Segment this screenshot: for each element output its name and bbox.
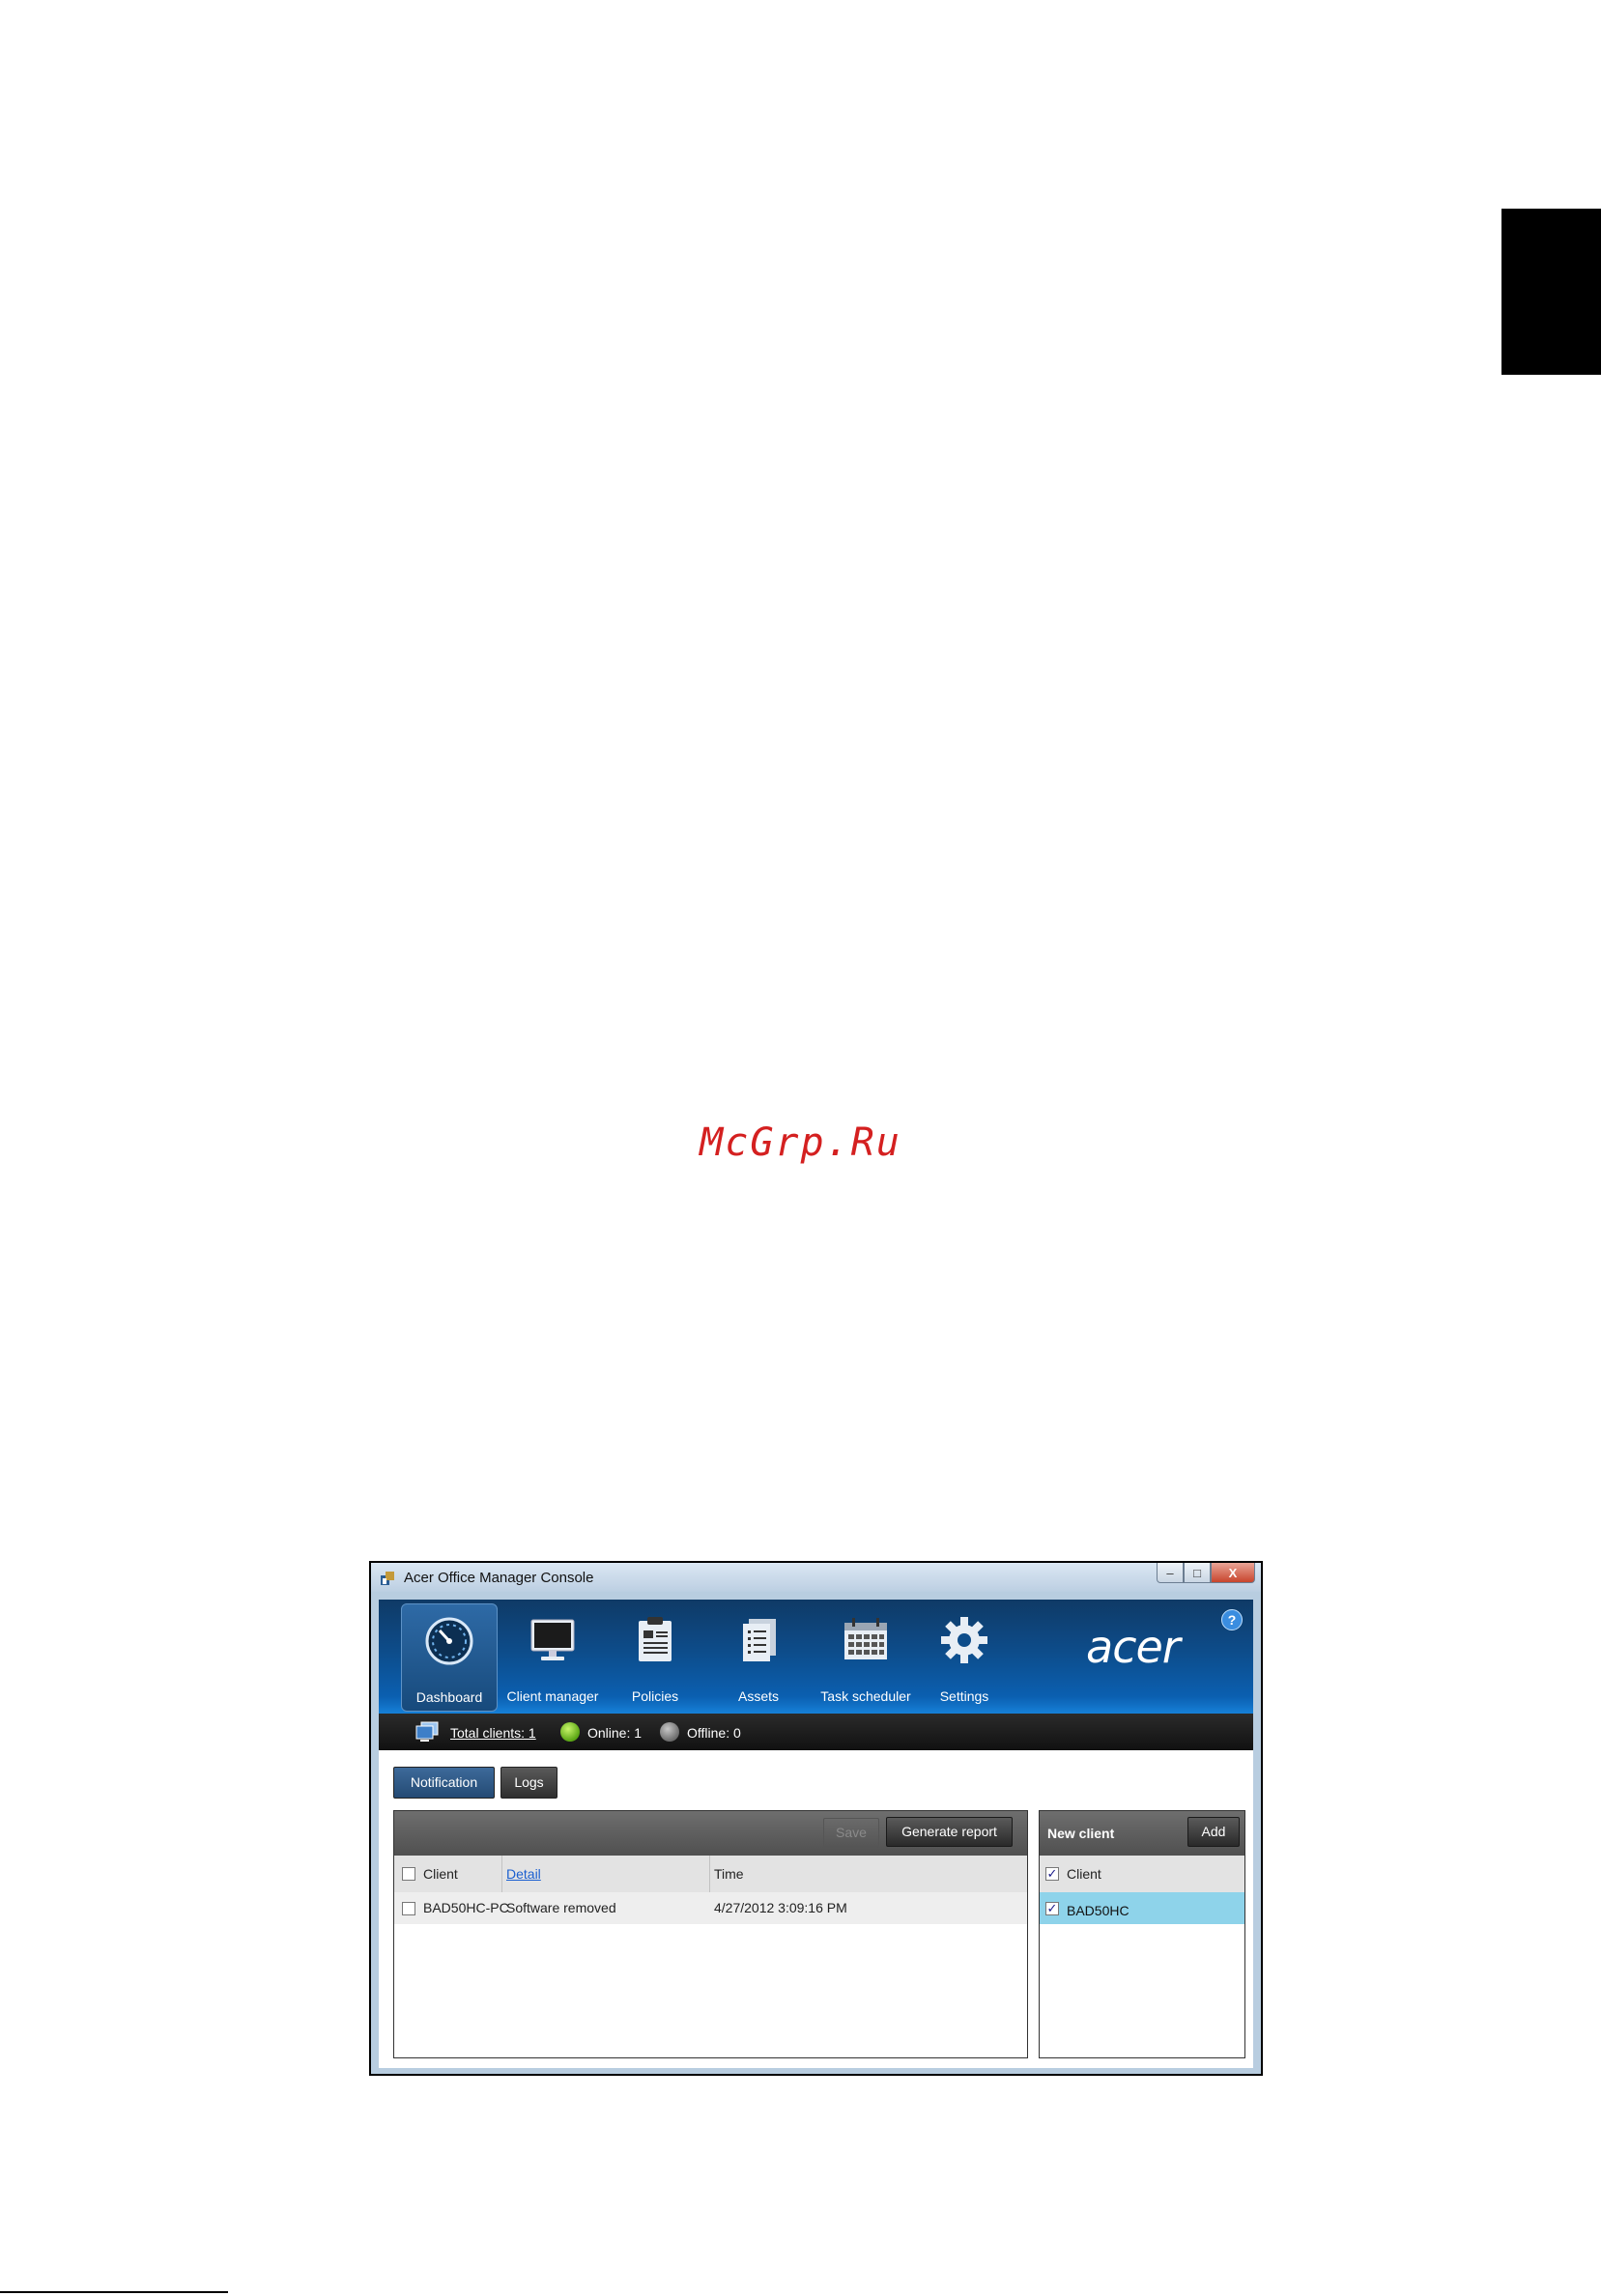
minimize-button[interactable]: – <box>1157 1563 1184 1583</box>
nav-client-manager[interactable]: Client manager <box>504 1603 601 1712</box>
total-clients-link[interactable]: Total clients: 1 <box>450 1725 536 1741</box>
clients-icon <box>415 1721 439 1742</box>
select-all-checkbox[interactable] <box>402 1867 415 1881</box>
column-header-time[interactable]: Time <box>709 1856 744 1892</box>
nav-label: Assets <box>737 1688 779 1704</box>
watermark: McGrp.Ru <box>700 1120 901 1165</box>
save-button[interactable]: Save <box>823 1818 879 1848</box>
nav-label: Task scheduler <box>820 1688 911 1704</box>
row-client: BAD50HC-PC <box>423 1900 509 1915</box>
tab-notification[interactable]: Notification <box>393 1767 495 1799</box>
row-time: 4/27/2012 3:09:16 PM <box>714 1900 847 1915</box>
notifications-panel: Save Generate report Client Detail Time … <box>393 1810 1028 2058</box>
nav-settings[interactable]: Settings <box>916 1603 1013 1712</box>
speedometer-icon <box>425 1617 473 1665</box>
nav-task-scheduler[interactable]: Task scheduler <box>817 1603 914 1712</box>
nav-dashboard[interactable]: Dashboard <box>401 1603 498 1712</box>
nav-policies[interactable]: Policies <box>607 1603 703 1712</box>
table-row[interactable]: BAD50HC-PC Software removed 4/27/2012 3:… <box>394 1892 1027 1924</box>
online-count: Online: 1 <box>587 1725 643 1741</box>
nav-assets[interactable]: Assets <box>710 1603 807 1712</box>
offline-count: Offline: 0 <box>687 1725 741 1741</box>
tab-logs[interactable]: Logs <box>500 1767 557 1799</box>
nav-label: Settings <box>939 1688 989 1704</box>
new-client-toolbar: New client Add <box>1040 1811 1244 1856</box>
status-bar: Total clients: 1 Online: 1 Offline: 0 <box>379 1714 1253 1750</box>
acer-logo: acer <box>1086 1621 1181 1673</box>
client-area: Dashboard Client manager Policies Assets… <box>379 1600 1253 2068</box>
row-checkbox[interactable] <box>402 1902 415 1915</box>
notifications-toolbar: Save Generate report <box>394 1811 1027 1856</box>
window-title: Acer Office Manager Console <box>404 1570 594 1586</box>
new-client-header: ✓ Client <box>1040 1856 1244 1893</box>
nav-header: Dashboard Client manager Policies Assets… <box>379 1600 1253 1714</box>
online-status-icon <box>560 1722 580 1742</box>
monitor-icon <box>530 1619 575 1660</box>
nav-label: Policies <box>631 1688 679 1704</box>
maximize-button[interactable]: □ <box>1184 1563 1211 1583</box>
new-client-panel: New client Add ✓ Client ✓ BAD50HC <box>1039 1810 1245 2058</box>
help-icon[interactable]: ? <box>1221 1609 1243 1630</box>
detail-sort-link[interactable]: Detail <box>506 1866 541 1882</box>
gear-icon <box>941 1617 987 1663</box>
page-side-tab <box>1501 209 1601 375</box>
new-client-column: Client <box>1067 1866 1101 1882</box>
offline-status-icon <box>660 1722 679 1742</box>
generate-report-button[interactable]: Generate report <box>886 1817 1013 1847</box>
clipboard-icon <box>639 1617 672 1661</box>
close-button[interactable]: X <box>1211 1563 1255 1583</box>
app-window: Acer Office Manager Console – □ X Dashbo… <box>369 1561 1263 2076</box>
new-client-row[interactable]: ✓ BAD50HC <box>1040 1892 1244 1924</box>
footer-rule <box>0 2291 228 2293</box>
nav-label: Client manager <box>506 1688 599 1704</box>
table-header: Client Detail Time <box>394 1856 1027 1893</box>
row-detail: Software removed <box>506 1900 616 1915</box>
new-client-title: New client <box>1047 1826 1115 1841</box>
app-icon <box>381 1572 394 1585</box>
document-list-icon <box>743 1619 776 1661</box>
title-bar: Acer Office Manager Console – □ X <box>371 1563 1261 1592</box>
select-all-new-checkbox[interactable]: ✓ <box>1045 1867 1059 1881</box>
nav-label: Dashboard <box>415 1689 483 1705</box>
column-header-detail[interactable]: Detail <box>501 1856 709 1892</box>
new-client-name: BAD50HC <box>1067 1903 1129 1918</box>
calendar-icon <box>844 1618 887 1659</box>
caption-buttons: – □ X <box>1157 1563 1255 1584</box>
add-button[interactable]: Add <box>1187 1817 1240 1847</box>
new-client-checkbox[interactable]: ✓ <box>1045 1902 1059 1915</box>
column-header-client[interactable]: Client <box>423 1856 458 1892</box>
